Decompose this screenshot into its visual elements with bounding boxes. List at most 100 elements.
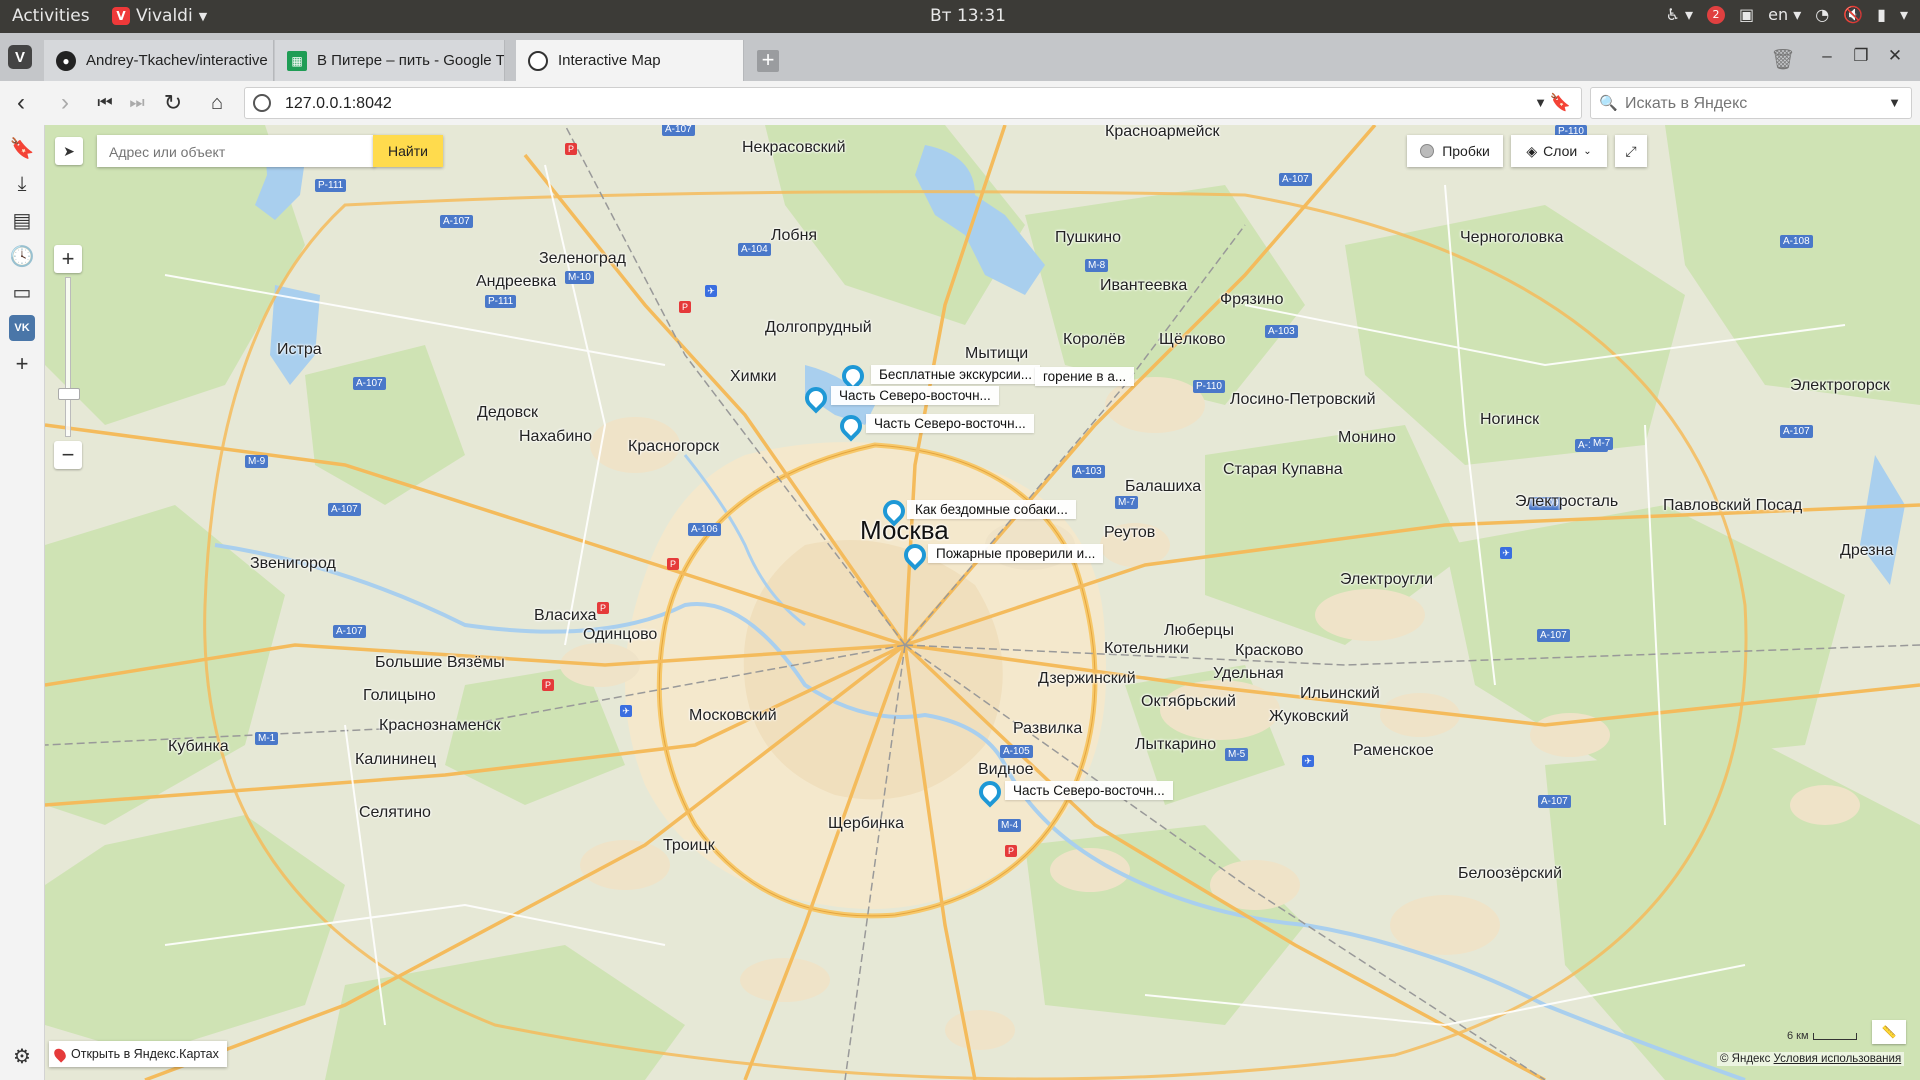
placemark-pin-icon [835, 410, 867, 442]
map-label: Балашиха [1125, 478, 1202, 495]
url-history-dropdown-icon[interactable]: ▼ [1534, 95, 1547, 110]
map-label: Монино [1338, 429, 1396, 446]
road-tag: A-107 [328, 503, 361, 516]
window-panel-icon[interactable]: ▭ [9, 279, 35, 305]
app-menu[interactable]: V Vivaldi ▼ [112, 6, 207, 26]
search-input[interactable] [1623, 92, 1882, 116]
new-tab-button[interactable]: + [757, 49, 779, 72]
wifi-icon[interactable]: ◔ [1815, 5, 1829, 24]
minimize-button[interactable]: – [1814, 43, 1840, 69]
open-in-yandex-maps-link[interactable]: Открыть в Яндекс.Картах [49, 1041, 227, 1067]
placemark-label[interactable]: Часть Северо-восточн... [866, 414, 1034, 433]
power-menu-icon[interactable]: ▾ [1900, 5, 1908, 24]
map-placemark[interactable] [899, 539, 931, 578]
url-field[interactable]: 127.0.0.1:8042 ▼ 🔖 [244, 87, 1582, 119]
road-tag: M-4 [998, 819, 1022, 832]
parking-icon: P [597, 602, 609, 614]
map-label: Нахабино [519, 428, 593, 445]
map-base-layer [45, 125, 1920, 1080]
vk-panel-icon[interactable]: VK [9, 315, 35, 341]
notification-badge[interactable]: 2 [1707, 5, 1726, 24]
vivaldi-menu-button[interactable]: V [8, 45, 32, 69]
map-label: Дзержинский [1038, 670, 1136, 687]
site-info-icon[interactable] [253, 94, 271, 112]
zoom-control: + − [54, 245, 82, 469]
bookmark-icon[interactable]: 🔖 [1550, 93, 1571, 113]
language-indicator[interactable]: en ▾ [1768, 5, 1801, 24]
parking-icon: P [542, 679, 554, 691]
forward-button[interactable]: › [52, 89, 78, 116]
road-tag: P-110 [1193, 380, 1225, 393]
add-panel-icon[interactable]: + [9, 351, 35, 377]
map-label: Люберцы [1164, 622, 1234, 639]
placemark-label[interactable]: горение в а... [1035, 367, 1135, 386]
placemark-label[interactable]: Часть Северо-восточн... [831, 386, 999, 405]
side-panel: 🔖 ⤓ ▤ 🕓 ▭ VK + ⚙ [0, 125, 45, 1080]
activities-button[interactable]: Activities [12, 6, 90, 26]
accessibility-icon[interactable]: ♿ ▾ [1666, 5, 1693, 24]
layers-button[interactable]: ◈ Слои ⌄ [1511, 135, 1607, 167]
zoom-out-button[interactable]: − [54, 441, 82, 469]
geolocation-button[interactable]: ➤ [55, 137, 83, 165]
map-label: Ивантеевка [1100, 277, 1188, 294]
trash-icon[interactable]: 🗑 [1770, 46, 1796, 72]
bookmarks-panel-icon[interactable]: 🔖 [9, 135, 35, 161]
map-label: Электросталь [1515, 493, 1619, 510]
zoom-slider-thumb[interactable] [58, 388, 80, 400]
globe-icon [528, 50, 548, 71]
map-label: Зеленоград [539, 250, 626, 267]
road-tag: A-103 [1265, 325, 1298, 338]
map-label: Дрезна [1840, 542, 1894, 559]
reload-button[interactable]: ↻ [160, 90, 186, 116]
map-placemark[interactable] [835, 410, 867, 449]
language-label: en [1768, 5, 1789, 24]
airport-icon: ✈ [1302, 755, 1314, 767]
volume-muted-icon[interactable]: 🔇 [1843, 5, 1863, 24]
find-button[interactable]: Найти [373, 135, 443, 167]
notes-panel-icon[interactable]: ▤ [9, 207, 35, 233]
map-label: Лосино-Петровский [1230, 391, 1376, 408]
settings-gear-icon[interactable]: ⚙ [9, 1043, 35, 1069]
history-panel-icon[interactable]: 🕓 [9, 243, 35, 269]
map-search-input[interactable] [107, 141, 321, 163]
tab-interactive-map[interactable]: Interactive Map [516, 40, 744, 81]
map-label: Ногинск [1480, 411, 1540, 428]
yandex-map[interactable]: A-107 A-107 A-104 P-110 A-107 A-108 P-11… [45, 125, 1920, 1080]
rewind-button[interactable]: ⏮ [92, 90, 118, 116]
terms-of-use-link[interactable]: Условия использования [1774, 1053, 1902, 1065]
search-field[interactable]: 🔍 ▼ [1590, 87, 1912, 119]
fast-forward-button[interactable]: ⏭ [124, 90, 150, 116]
zoom-in-button[interactable]: + [54, 245, 82, 273]
home-button[interactable]: ⌂ [204, 90, 230, 116]
clock[interactable]: Вт 13:31 [930, 6, 1006, 26]
maximize-button[interactable]: ❐ [1848, 43, 1874, 69]
placemark-label[interactable]: Пожарные проверили и... [928, 544, 1104, 563]
traffic-button[interactable]: Пробки [1407, 135, 1503, 167]
placemark-label[interactable]: Как бездомные собаки... [907, 500, 1076, 519]
map-label: Пушкино [1055, 229, 1122, 246]
tab-google-sheets[interactable]: ▦ В Питере – пить - Google Та [275, 40, 505, 81]
map-label: Жуковский [1269, 708, 1349, 725]
map-label: Андреевка [476, 273, 557, 290]
battery-icon[interactable]: ▮ [1877, 5, 1886, 24]
search-engine-dropdown-icon[interactable]: ▼ [1888, 95, 1901, 110]
map-placemark[interactable] [974, 776, 1006, 815]
road-tag: M-9 [245, 455, 269, 468]
close-button[interactable]: ✕ [1882, 43, 1908, 69]
fullscreen-button[interactable]: ⤢ [1615, 135, 1647, 167]
map-label: Видное [978, 761, 1034, 778]
back-button[interactable]: ‹ [8, 89, 34, 116]
parking-icon: P [679, 301, 691, 313]
downloads-panel-icon[interactable]: ⤓ [9, 171, 35, 197]
zoom-slider-track[interactable] [58, 277, 80, 437]
tab-github[interactable]: ● Andrey-Tkachev/interactive [44, 40, 274, 81]
road-tag: A-108 [1780, 235, 1813, 248]
placemark-label[interactable]: Бесплатные экскурсии... [871, 365, 1041, 384]
ruler-button[interactable]: 📏 [1872, 1020, 1906, 1044]
layers-label: Слои [1543, 143, 1578, 159]
map-placemark[interactable] [878, 495, 910, 534]
map-placemark[interactable] [800, 382, 832, 421]
placemark-label[interactable]: Часть Северо-восточн... [1005, 781, 1173, 800]
clipboard-icon[interactable]: ▣ [1739, 5, 1754, 24]
map-label: Электрогорск [1790, 377, 1890, 394]
